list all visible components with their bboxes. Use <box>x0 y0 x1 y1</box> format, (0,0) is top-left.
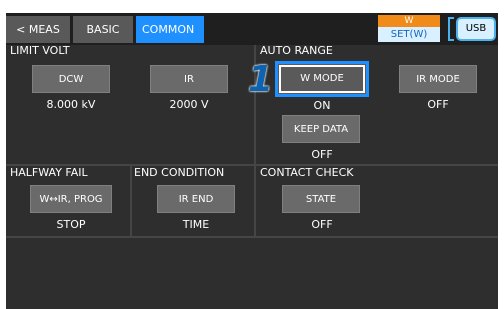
horizontal-divider-bottom <box>6 236 498 238</box>
end-condition-button[interactable]: IR END <box>157 185 235 213</box>
w-mode-value: ON <box>313 99 331 112</box>
ir-mode-value: OFF <box>427 98 449 111</box>
auto-range-title: AUTO RANGE <box>260 44 333 57</box>
w-mode-button[interactable]: W MODE <box>275 61 369 97</box>
tab-common[interactable]: COMMON <box>136 16 204 43</box>
set-indicator: SET(W) <box>378 27 440 42</box>
usb-bracket-icon <box>448 17 454 41</box>
contact-check-value: OFF <box>311 218 333 231</box>
vertical-divider-halfway <box>130 166 132 238</box>
contact-check-button[interactable]: STATE <box>282 185 360 213</box>
ir-mode-button[interactable]: IR MODE <box>399 65 477 93</box>
halfway-fail-value: STOP <box>56 218 86 231</box>
dcw-button[interactable]: DCW <box>32 65 110 93</box>
tab-meas[interactable]: < MEAS <box>6 16 70 43</box>
keep-data-button[interactable]: KEEP DATA <box>282 115 360 143</box>
end-condition-value: TIME <box>182 218 210 231</box>
dcw-value: 8.000 kV <box>46 98 96 111</box>
keep-data-value: OFF <box>311 148 333 161</box>
mode-indicator: W <box>378 15 440 27</box>
top-bar: < MEAS BASIC COMMON W SET(W) USB <box>6 13 498 45</box>
halfway-fail-button[interactable]: W↔IR, PROG <box>30 185 112 213</box>
ir-value: 2000 V <box>169 98 209 111</box>
tab-basic[interactable]: BASIC <box>73 16 133 43</box>
device-screen: < MEAS BASIC COMMON W SET(W) USB LIMIT V… <box>6 13 498 309</box>
usb-indicator: USB <box>456 17 496 41</box>
callout-number: 1 <box>248 59 274 100</box>
set-status-badge: W SET(W) <box>378 15 440 45</box>
contact-check-title: CONTACT CHECK <box>260 166 354 179</box>
halfway-fail-title: HALFWAY FAIL <box>10 166 88 179</box>
end-condition-title: END CONDITION <box>134 166 225 179</box>
ir-button[interactable]: IR <box>150 65 228 93</box>
limit-volt-title: LIMIT VOLT <box>10 44 70 57</box>
